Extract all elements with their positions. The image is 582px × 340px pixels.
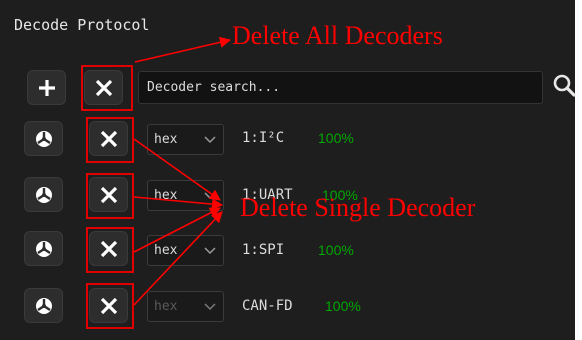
wheel-icon [35, 130, 52, 147]
delete-single-highlight [86, 173, 134, 219]
format-value: hex [154, 299, 178, 314]
wheel-icon [35, 297, 52, 314]
add-decoder-button[interactable] [27, 70, 66, 105]
delete-single-highlight [86, 227, 134, 273]
format-select[interactable]: hex [147, 235, 224, 266]
decoder-search-input[interactable] [138, 71, 543, 104]
delete-all-highlight [81, 65, 133, 111]
delete-single-highlight [86, 283, 134, 329]
chevron-down-icon [204, 247, 216, 255]
decoder-progress: 100% [318, 130, 354, 146]
decoder-progress: 100% [318, 242, 354, 258]
wheel-icon [35, 186, 52, 203]
wheel-icon [35, 240, 52, 257]
decoder-settings-button[interactable] [24, 288, 63, 323]
search-icon [553, 74, 576, 97]
format-select[interactable]: hex [147, 180, 224, 211]
chevron-down-icon [204, 303, 216, 311]
chevron-down-icon [204, 192, 216, 200]
decoder-settings-button[interactable] [24, 177, 63, 212]
decoder-settings-button[interactable] [24, 121, 63, 156]
delete-single-highlight [86, 117, 134, 163]
decoder-name: 1:I²C [242, 130, 285, 146]
format-value: hex [154, 243, 178, 258]
delete-all-annotation: Delete All Decoders [232, 21, 443, 50]
decoder-name: 1:SPI [242, 242, 285, 258]
panel-title: Decode Protocol [14, 16, 150, 34]
format-value: hex [154, 132, 178, 147]
format-select-disabled[interactable]: hex [147, 291, 224, 322]
chevron-down-icon [204, 136, 216, 144]
delete-single-annotation: Delete Single Decoder [240, 193, 476, 222]
decoder-progress: 100% [325, 298, 361, 314]
decoder-settings-button[interactable] [24, 231, 63, 266]
decoder-name: CAN-FD [242, 298, 293, 314]
search-button[interactable] [552, 73, 578, 99]
plus-icon [38, 79, 55, 96]
format-value: hex [154, 188, 178, 203]
format-select[interactable]: hex [147, 124, 224, 155]
